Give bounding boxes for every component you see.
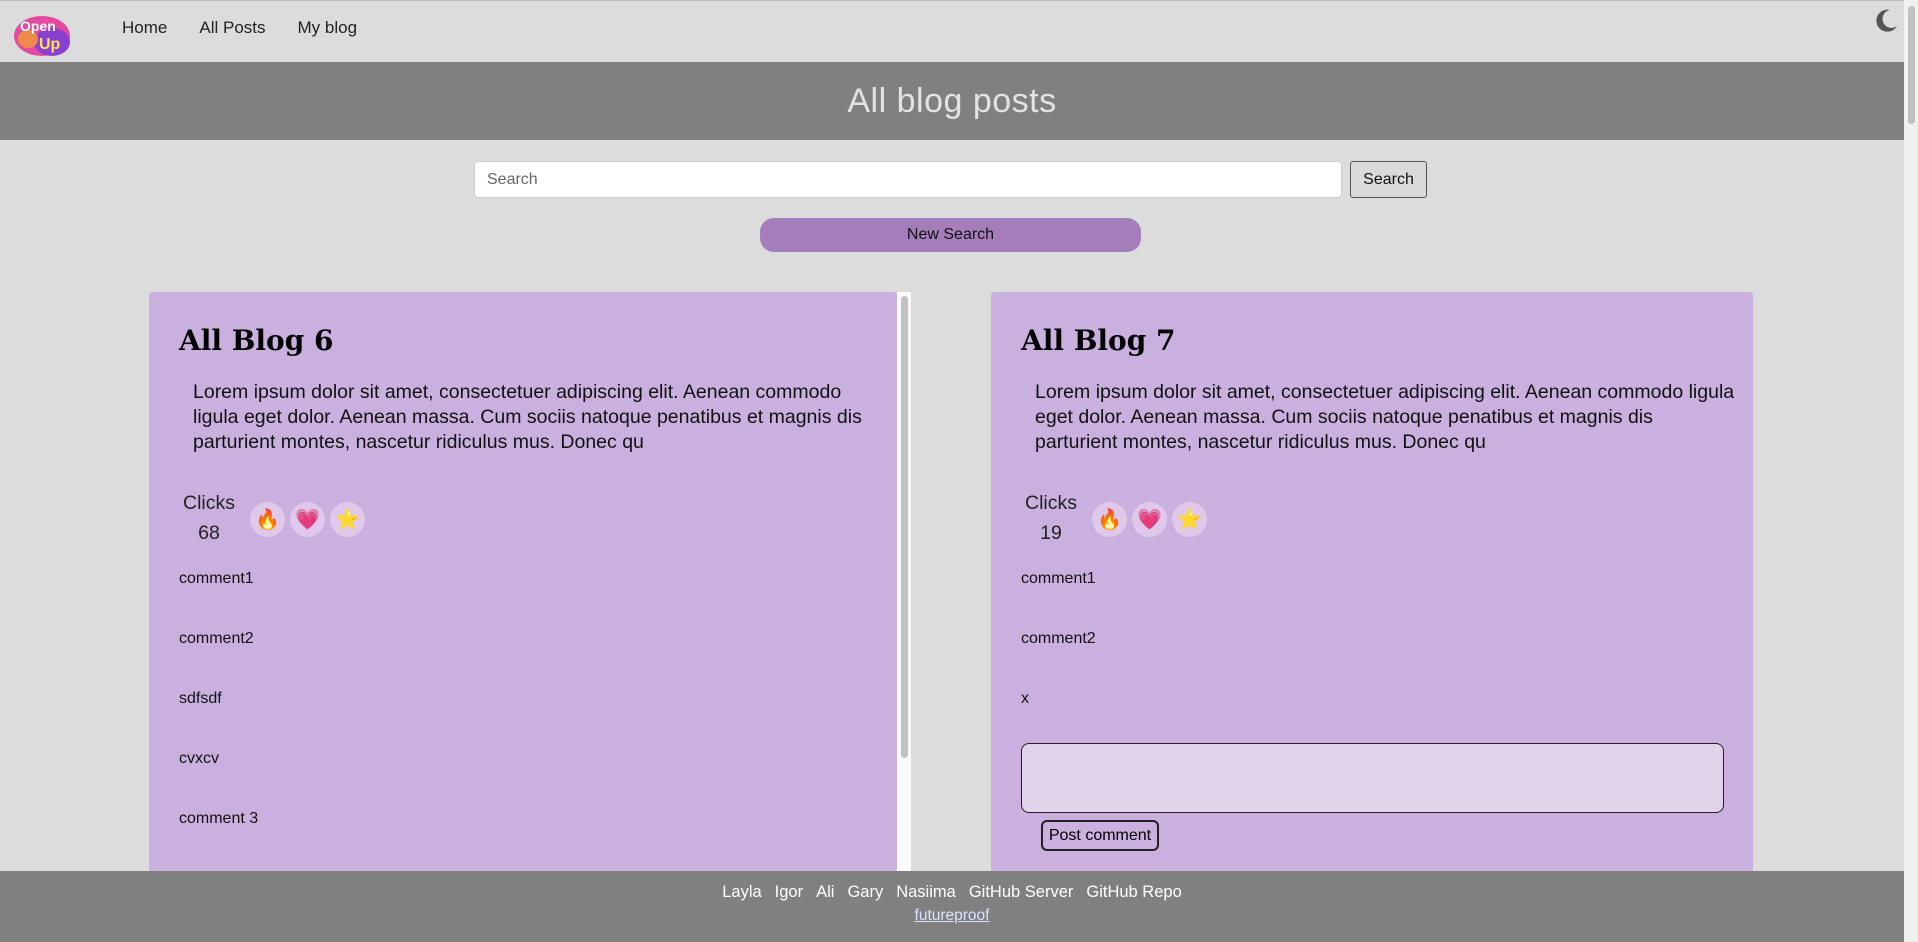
comment-list: comment1 comment2 x <box>1021 569 1096 749</box>
card-scrollbar[interactable] <box>897 292 911 872</box>
footer-links: Layla Igor Ali Gary Nasiima GitHub Serve… <box>0 883 1904 902</box>
search-input[interactable] <box>474 161 1342 198</box>
nav-link-all-posts[interactable]: All Posts <box>199 18 265 38</box>
comment-input[interactable] <box>1021 743 1724 813</box>
star-reaction-button[interactable]: ⭐ <box>330 502 365 537</box>
comment-item: comment2 <box>1021 630 1096 647</box>
footer: Layla Igor Ali Gary Nasiima GitHub Serve… <box>0 871 1904 942</box>
reaction-buttons: 🔥 💗 ⭐ <box>1092 502 1207 537</box>
page-title: All blog posts <box>847 82 1057 120</box>
clicks-value: 68 <box>198 522 220 544</box>
moon-icon[interactable] <box>1872 7 1900 35</box>
footer-link-gary[interactable]: Gary <box>847 883 883 902</box>
nav-link-home[interactable]: Home <box>122 18 167 38</box>
blog-title: All Blog 7 <box>1021 324 1176 357</box>
comment-item: x <box>1021 690 1029 707</box>
reaction-buttons: 🔥 💗 ⭐ <box>250 502 365 537</box>
footer-link-layla[interactable]: Layla <box>722 883 761 902</box>
heart-reaction-button[interactable]: 💗 <box>1132 502 1167 537</box>
comment-item: comment 3 <box>179 810 259 827</box>
footer-brand: futureproof <box>0 907 1904 925</box>
top-navbar: Open Up Home All Posts My blog <box>0 0 1904 62</box>
blog-body: Lorem ipsum dolor sit amet, consectetuer… <box>193 381 862 453</box>
clicks-label: Clicks <box>1025 492 1077 514</box>
new-search-button[interactable]: New Search <box>760 218 1141 252</box>
star-reaction-button[interactable]: ⭐ <box>1172 502 1207 537</box>
open-up-logo[interactable]: Open Up <box>12 9 74 59</box>
svg-text:Open: Open <box>20 18 56 34</box>
footer-link-github-repo[interactable]: GitHub Repo <box>1086 883 1181 902</box>
fire-reaction-button[interactable]: 🔥 <box>250 502 285 537</box>
fire-reaction-button[interactable]: 🔥 <box>1092 502 1127 537</box>
page-scrollbar[interactable] <box>1904 0 1918 942</box>
comment-list: comment1 comment2 sdfsdf cvxcv comment 3 <box>179 569 258 869</box>
clicks-counter: Clicks 19 <box>1021 488 1081 548</box>
blog-title: All Blog 6 <box>179 324 334 357</box>
futureproof-link[interactable]: futureproof <box>915 907 990 924</box>
clicks-counter: Clicks 68 <box>179 488 239 548</box>
footer-link-nasiima[interactable]: Nasiima <box>896 883 956 902</box>
comment-item: cvxcv <box>179 750 219 767</box>
footer-link-igor[interactable]: Igor <box>775 883 803 902</box>
clicks-label: Clicks <box>183 492 235 514</box>
nav-link-my-blog[interactable]: My blog <box>298 18 358 38</box>
comment-item: comment2 <box>179 630 254 647</box>
comment-item: sdfsdf <box>179 690 222 707</box>
post-comment-button[interactable]: Post comment <box>1041 820 1159 851</box>
blog-body: Lorem ipsum dolor sit amet, consectetuer… <box>1035 381 1735 453</box>
page-header: All blog posts <box>0 62 1904 140</box>
search-button[interactable]: Search <box>1350 161 1427 198</box>
footer-link-ali[interactable]: Ali <box>816 883 834 902</box>
comment-item: comment1 <box>1021 570 1096 587</box>
page-scrollbar-thumb[interactable] <box>1908 6 1915 124</box>
nav-links: Home All Posts My blog <box>122 18 357 38</box>
footer-link-github-server[interactable]: GitHub Server <box>969 883 1074 902</box>
blog-card: All Blog 6 Lorem ipsum dolor sit amet, c… <box>149 292 911 872</box>
heart-reaction-button[interactable]: 💗 <box>290 502 325 537</box>
svg-text:Up: Up <box>39 36 61 53</box>
clicks-value: 19 <box>1040 522 1062 544</box>
comment-item: comment1 <box>179 570 254 587</box>
card-scrollbar-thumb[interactable] <box>901 296 908 758</box>
blog-card: All Blog 7 Lorem ipsum dolor sit amet, c… <box>991 292 1753 872</box>
